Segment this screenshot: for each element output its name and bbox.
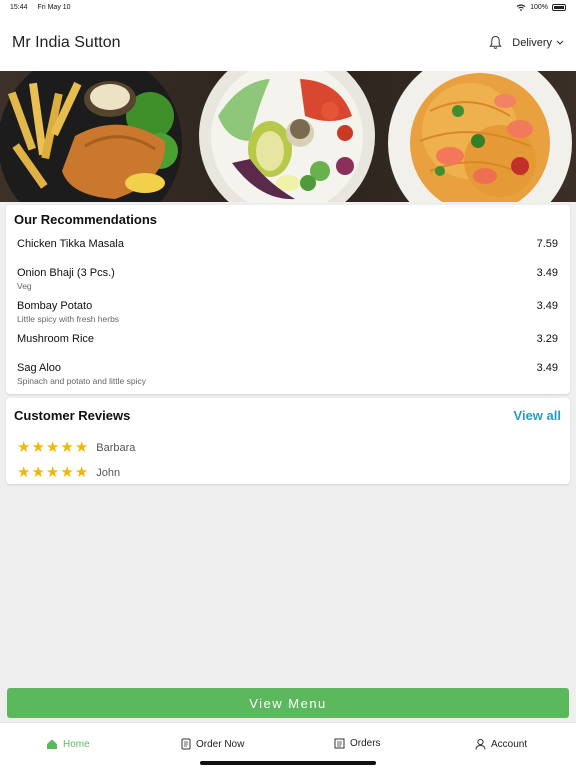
menu-item-description: Little spicy with fresh herbs [17, 314, 120, 324]
reviewer-name: Barbara [96, 441, 136, 454]
menu-item-description: Spinach and potato and little spicy [17, 376, 147, 386]
tab-label: Account [491, 738, 528, 750]
orders-icon [334, 738, 345, 749]
chevron-down-icon [556, 40, 564, 45]
delivery-selector[interactable]: Delivery [512, 37, 564, 49]
status-bar: 15:44 Fri May 10 100% [0, 0, 576, 14]
star-icon: ★ [74, 464, 89, 481]
star-rating: ★ ★ ★ ★ ★ [17, 465, 88, 480]
menu-item-name: Onion Bhaji (3 Pcs.) [17, 267, 115, 279]
store-name: Mr India Sutton [12, 33, 121, 51]
view-menu-button[interactable]: View Menu [7, 688, 569, 718]
notification-bell-icon[interactable] [489, 35, 502, 50]
fish-and-chips-plate [0, 71, 182, 202]
battery-icon [552, 3, 566, 11]
view-all-reviews-link[interactable]: View all [514, 408, 561, 423]
menu-item-name: Chicken Tikka Masala [17, 238, 124, 250]
tab-label: Home [63, 738, 90, 750]
menu-item-price: 3.49 [536, 300, 558, 312]
hero-food-illustration [0, 71, 576, 202]
recommendations-card: Our Recommendations Chicken Tikka Masala… [6, 205, 570, 394]
star-icon: ★ [45, 439, 60, 456]
menu-item-price: 3.49 [536, 362, 558, 374]
tab-order-now[interactable]: Order Now [181, 738, 244, 750]
star-icon: ★ [45, 464, 60, 481]
menu-item[interactable]: Chicken Tikka Masala 7.59 [17, 238, 558, 250]
customer-reviews-card: Customer Reviews View all ★ ★ ★ ★ ★ Barb… [6, 398, 570, 484]
star-icon: ★ [74, 439, 89, 456]
battery-percent: 100% [530, 3, 548, 11]
tab-label: Order Now [196, 738, 245, 750]
home-indicator [200, 761, 376, 765]
star-icon: ★ [60, 439, 74, 456]
menu-item[interactable]: Bombay Potato Little spicy with fresh he… [17, 300, 558, 324]
tab-orders[interactable]: Orders [334, 738, 381, 749]
tab-account[interactable]: Account [475, 738, 527, 750]
header-actions: Delivery [489, 35, 564, 50]
star-icon: ★ [31, 439, 45, 456]
review-row: ★ ★ ★ ★ ★ John [17, 465, 120, 480]
star-icon: ★ [31, 464, 45, 481]
menu-item-name: Sag Aloo [17, 362, 62, 374]
review-row: ★ ★ ★ ★ ★ Barbara [17, 440, 135, 455]
wifi-icon [516, 3, 526, 11]
bottom-tab-bar: Home Order Now Orders Account [0, 722, 576, 768]
menu-item-name: Mushroom Rice [17, 333, 95, 345]
status-time: 15:44 [10, 3, 28, 11]
star-icon: ★ [17, 464, 31, 481]
tab-home[interactable]: Home [46, 738, 90, 750]
menu-item-price: 7.59 [536, 238, 558, 250]
account-icon [475, 738, 486, 750]
status-right: 100% [516, 3, 566, 11]
menu-item[interactable]: Mushroom Rice 3.29 [17, 333, 558, 345]
order-icon [181, 738, 191, 750]
status-left: 15:44 Fri May 10 [10, 4, 79, 11]
status-date: Fri May 10 [37, 3, 71, 11]
app-header: Mr India Sutton Delivery [0, 14, 576, 71]
star-icon: ★ [60, 464, 74, 481]
menu-item-description: Veg [17, 281, 32, 291]
menu-item-price: 3.29 [536, 333, 558, 345]
reviews-title: Customer Reviews [14, 408, 131, 423]
menu-item[interactable]: Onion Bhaji (3 Pcs.) Veg 3.49 [17, 267, 558, 291]
star-rating: ★ ★ ★ ★ ★ [17, 440, 88, 455]
recommendations-title: Our Recommendations [14, 212, 158, 227]
menu-item-price: 3.49 [536, 267, 558, 279]
reviewer-name: John [96, 466, 121, 479]
tab-label: Orders [350, 738, 381, 749]
hero-food-banner [0, 71, 576, 202]
menu-item-name: Bombay Potato [17, 300, 93, 312]
home-icon [47, 739, 57, 749]
salad-bowl [199, 71, 375, 202]
star-icon: ★ [17, 439, 31, 456]
menu-item[interactable]: Sag Aloo Spinach and potato and little s… [17, 362, 558, 386]
pasta-plate [388, 71, 572, 202]
delivery-label: Delivery [512, 36, 552, 49]
